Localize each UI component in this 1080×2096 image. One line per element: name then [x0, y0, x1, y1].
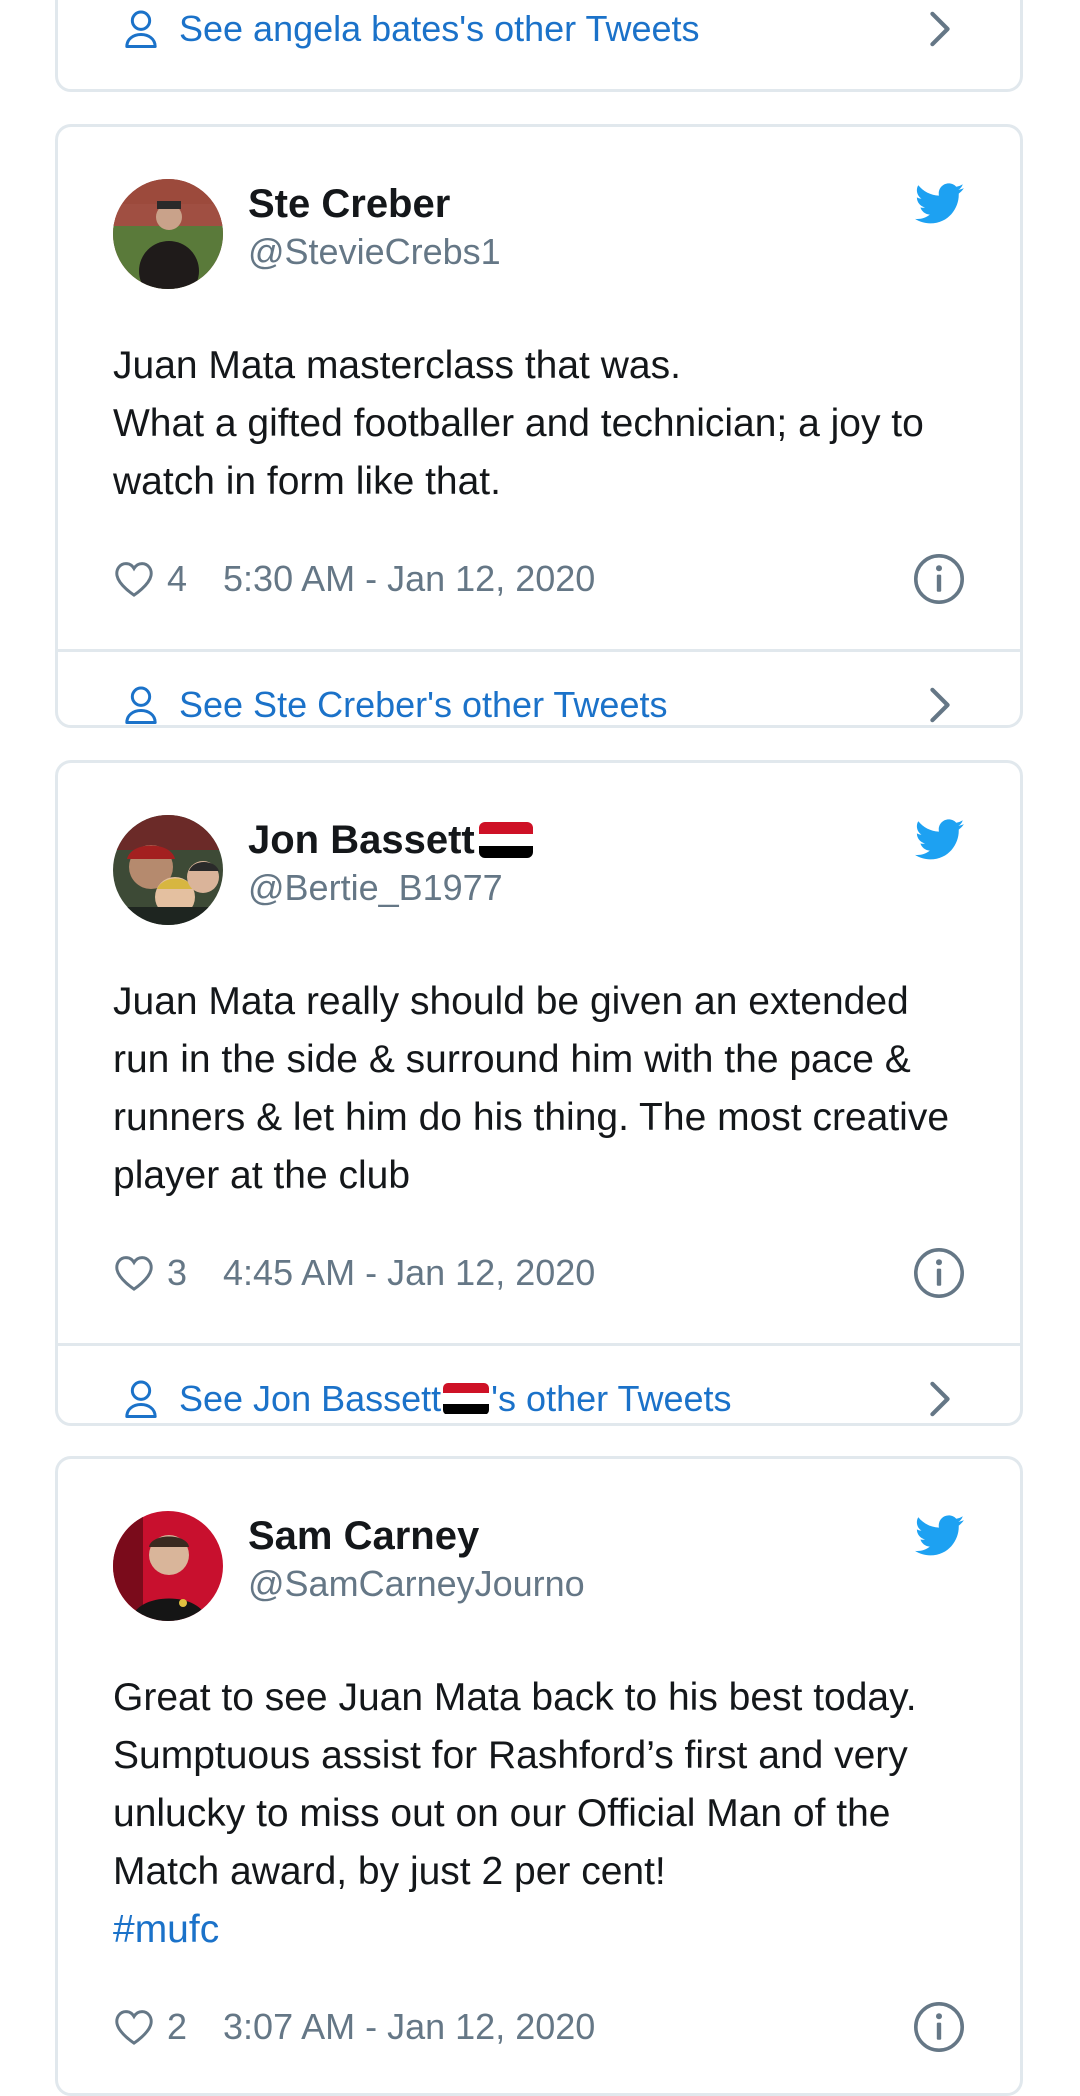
hashtag-link[interactable]: #mufc — [113, 1908, 219, 1951]
tweet-meta: 2 3:07 AM - Jan 12, 2020 — [113, 1997, 965, 2057]
person-icon — [123, 9, 159, 49]
chevron-right-icon — [928, 1380, 952, 1418]
display-name[interactable]: Ste Creber — [248, 179, 501, 229]
see-other-tweets-link[interactable]: See angela bates's other Tweets — [58, 0, 1020, 89]
twitter-bird-icon[interactable] — [915, 183, 965, 225]
user-handle[interactable]: @StevieCrebs1 — [248, 229, 501, 275]
avatar[interactable] — [113, 179, 223, 289]
person-icon — [123, 1379, 159, 1419]
twitter-bird-icon[interactable] — [915, 1515, 965, 1557]
tweet-meta: 3 4:45 AM - Jan 12, 2020 — [113, 1243, 965, 1303]
info-icon[interactable] — [913, 553, 965, 605]
tweet-text: Juan Mata really should be given an exte… — [113, 980, 950, 1197]
tweet-timestamp[interactable]: 4:45 AM - Jan 12, 2020 — [223, 1252, 595, 1294]
see-other-tweets-label: See angela bates's other Tweets — [179, 8, 700, 49]
tweet-header: Ste Creber @StevieCrebs1 — [113, 179, 965, 289]
heart-icon[interactable] — [113, 558, 155, 600]
like-count: 3 — [167, 1252, 188, 1293]
avatar[interactable] — [113, 815, 223, 925]
user-handle[interactable]: @SamCarneyJourno — [248, 1561, 585, 1607]
tweet-meta: 4 5:30 AM - Jan 12, 2020 — [113, 549, 965, 609]
twitter-bird-icon[interactable] — [915, 819, 965, 861]
like-count: 4 — [167, 558, 188, 599]
chevron-right-icon — [928, 10, 952, 48]
tweet-header: Jon Bassett @Bertie_B1977 — [113, 815, 965, 925]
display-name[interactable]: Jon Bassett — [248, 815, 535, 865]
tweet-text: Great to see Juan Mata back to his best … — [113, 1669, 965, 1959]
see-other-tweets-link[interactable]: See Ste Creber's other Tweets — [58, 649, 1020, 725]
tweet-card: Ste Creber @StevieCrebs1 Juan Mata maste… — [55, 124, 1023, 728]
display-name-text: Jon Bassett — [248, 818, 475, 862]
flag-emoji-icon — [478, 822, 533, 858]
chevron-right-icon — [928, 686, 952, 724]
heart-icon[interactable] — [113, 1252, 155, 1294]
user-handle[interactable]: @Bertie_B1977 — [248, 865, 535, 911]
info-icon[interactable] — [913, 1247, 965, 1299]
tweet-header: Sam Carney @SamCarneyJourno — [113, 1511, 965, 1621]
person-icon — [123, 685, 159, 725]
display-name[interactable]: Sam Carney — [248, 1511, 585, 1561]
info-icon[interactable] — [913, 2001, 965, 2053]
see-other-tweets-link[interactable]: See Jon Bassett 's other Tweets — [58, 1343, 1020, 1423]
tweet-text-body: Great to see Juan Mata back to his best … — [113, 1676, 917, 1893]
see-other-tweets-prefix: See Jon Bassett — [179, 1377, 442, 1419]
flag-emoji-icon — [443, 1382, 490, 1415]
tweet-timestamp[interactable]: 5:30 AM - Jan 12, 2020 — [223, 558, 595, 600]
tweet-timestamp[interactable]: 3:07 AM - Jan 12, 2020 — [223, 2006, 595, 2048]
see-other-tweets-label: See Ste Creber's other Tweets — [179, 683, 668, 725]
heart-icon[interactable] — [113, 2006, 155, 2048]
tweet-card: Jon Bassett @Bertie_B1977 Juan Mata real… — [55, 760, 1023, 1426]
avatar[interactable] — [113, 1511, 223, 1621]
tweet-text: Juan Mata masterclass that was. What a g… — [113, 344, 924, 503]
like-count: 2 — [167, 2006, 188, 2047]
tweet-card: Sam Carney @SamCarneyJourno Great to see… — [55, 1456, 1023, 2096]
tweet-card-partial: See angela bates's other Tweets — [55, 0, 1023, 92]
see-other-tweets-suffix: 's other Tweets — [491, 1377, 732, 1419]
